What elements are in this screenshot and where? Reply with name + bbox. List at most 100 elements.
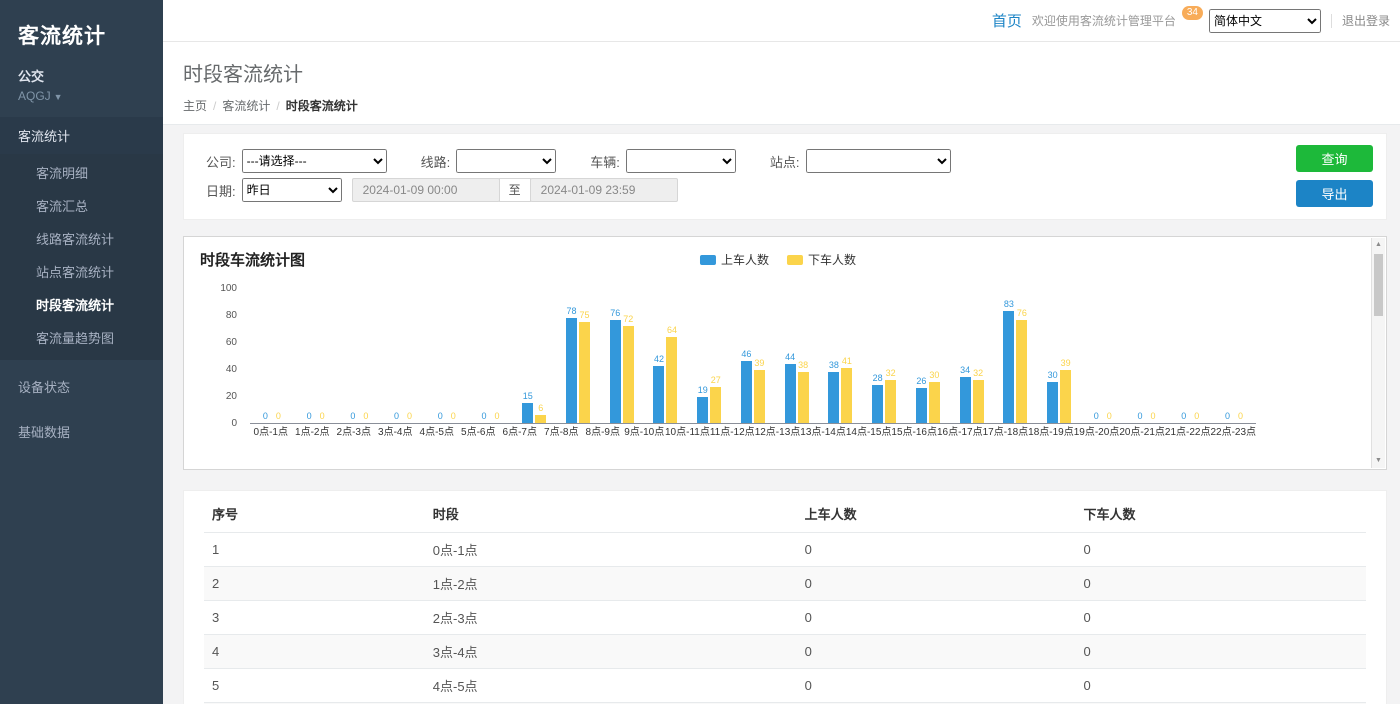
table-cell: 0 xyxy=(1075,533,1366,567)
sidebar-item-label: 客流统计 xyxy=(18,129,70,144)
bar-value-label: 0 xyxy=(307,412,312,421)
company-select[interactable]: ---请选择--- xyxy=(242,149,387,173)
breadcrumb-home[interactable]: 主页 xyxy=(183,99,207,113)
table-header-cell: 上车人数 xyxy=(797,495,1076,533)
bar xyxy=(1003,311,1014,423)
scrollbar-thumb[interactable] xyxy=(1374,254,1383,316)
sidebar-subitem-trend-chart[interactable]: 客流量趋势图 xyxy=(0,321,163,354)
query-button[interactable]: 查询 xyxy=(1296,145,1373,172)
bar-value-label: 27 xyxy=(711,376,721,385)
bar-group: 00 xyxy=(1168,289,1212,423)
vehicle-select[interactable] xyxy=(626,149,736,173)
bar-value-label: 0 xyxy=(1094,412,1099,421)
table-cell: 2点-3点 xyxy=(425,601,797,635)
bar xyxy=(916,388,927,423)
bar-group: 1927 xyxy=(687,289,731,423)
bar xyxy=(710,387,721,423)
bar-group: 4264 xyxy=(644,289,688,423)
date-preset-select[interactable]: 昨日 xyxy=(242,178,342,202)
scroll-up-icon[interactable]: ▲ xyxy=(1372,238,1385,252)
sidebar-item-device-status[interactable]: 设备状态 xyxy=(0,368,163,405)
station-select[interactable] xyxy=(806,149,951,173)
line-select[interactable] xyxy=(456,149,556,173)
bar-group: 8376 xyxy=(993,289,1037,423)
y-axis-label: 100 xyxy=(220,283,237,294)
user-menu[interactable]: AQGJ▼ xyxy=(18,89,145,103)
bar-value-label: 38 xyxy=(798,361,808,370)
x-axis-label: 18点-19点 xyxy=(1028,424,1074,441)
chart-scrollbar[interactable]: ▲ ▼ xyxy=(1371,238,1385,468)
x-axis-label: 19点-20点 xyxy=(1074,424,1120,441)
date-to-input[interactable] xyxy=(530,178,678,202)
company-label: 公司: xyxy=(206,152,236,171)
y-axis-label: 60 xyxy=(226,337,237,348)
notification-badge[interactable]: 34 xyxy=(1182,6,1203,20)
x-axis-label: 6点-7点 xyxy=(499,424,541,441)
sidebar-subitem-passenger-summary[interactable]: 客流汇总 xyxy=(0,189,163,222)
bar-value-label: 0 xyxy=(276,412,281,421)
breadcrumb-current: 时段客流统计 xyxy=(286,99,358,113)
page-title: 时段客流统计 xyxy=(183,58,1400,87)
export-button[interactable]: 导出 xyxy=(1296,180,1373,207)
bar-group: 00 xyxy=(1081,289,1125,423)
table-cell: 0 xyxy=(1075,669,1366,703)
bar-value-label: 72 xyxy=(623,315,633,324)
bar-value-label: 39 xyxy=(754,359,764,368)
sidebar-item-passenger-stats[interactable]: 客流统计 xyxy=(0,117,163,154)
bar xyxy=(798,372,809,423)
bar-value-label: 39 xyxy=(1061,359,1071,368)
table-cell: 0 xyxy=(1075,567,1366,601)
home-link[interactable]: 首页 xyxy=(992,10,1022,31)
y-axis-label: 0 xyxy=(231,418,237,429)
line-label: 线路: xyxy=(421,152,451,171)
breadcrumb-passenger-stats[interactable]: 客流统计 xyxy=(222,99,270,113)
logout-link[interactable]: 退出登录 xyxy=(1342,12,1390,29)
bar xyxy=(929,382,940,423)
bar-value-label: 0 xyxy=(451,412,456,421)
breadcrumb-separator: / xyxy=(213,99,216,113)
user-name: AQGJ xyxy=(18,89,51,103)
table-row: 43点-4点00 xyxy=(204,635,1366,669)
scroll-down-icon[interactable]: ▼ xyxy=(1372,454,1385,468)
bar-value-label: 0 xyxy=(363,412,368,421)
x-axis-label: 22点-23点 xyxy=(1210,424,1256,441)
data-table-panel: 序号时段上车人数下车人数 10点-1点0021点-2点0032点-3点0043点… xyxy=(183,490,1387,704)
bar xyxy=(754,370,765,423)
sidebar-subitem-time-period-stats[interactable]: 时段客流统计 xyxy=(0,288,163,321)
sidebar-subitem-line-stats[interactable]: 线路客流统计 xyxy=(0,222,163,255)
bar-value-label: 83 xyxy=(1004,300,1014,309)
legend-item-alighting[interactable]: 下车人数 xyxy=(787,251,856,268)
bar-group: 00 xyxy=(381,289,425,423)
bar-value-label: 46 xyxy=(741,350,751,359)
bar-group: 7672 xyxy=(600,289,644,423)
x-axis-label: 7点-8点 xyxy=(541,424,583,441)
sidebar: 客流统计 公交 AQGJ▼ 客流统计 客流明细 客流汇总 线路客流统计 站点客流… xyxy=(0,0,163,704)
bar-group: 00 xyxy=(1125,289,1169,423)
filter-panel: 公司: ---请选择--- 线路: 车辆: 站点: 日期: 昨日 xyxy=(183,133,1387,220)
x-axis-label: 15点-16点 xyxy=(891,424,937,441)
bar-value-label: 76 xyxy=(610,309,620,318)
sidebar-item-base-data[interactable]: 基础数据 xyxy=(0,413,163,450)
profile-block: 公交 AQGJ▼ xyxy=(0,50,163,117)
bar-group: 3841 xyxy=(819,289,863,423)
bar xyxy=(741,361,752,423)
table-cell: 2 xyxy=(204,567,425,601)
sidebar-subitem-station-stats[interactable]: 站点客流统计 xyxy=(0,255,163,288)
language-select[interactable]: 简体中文 xyxy=(1209,9,1321,33)
bar-value-label: 0 xyxy=(407,412,412,421)
x-axis-label: 17点-18点 xyxy=(983,424,1029,441)
bar-group: 00 xyxy=(294,289,338,423)
table-cell: 3 xyxy=(204,601,425,635)
legend-item-boarding[interactable]: 上车人数 xyxy=(700,251,769,268)
bar-value-label: 42 xyxy=(654,355,664,364)
x-axis-label: 20点-21点 xyxy=(1119,424,1165,441)
table-header-cell: 下车人数 xyxy=(1075,495,1366,533)
date-from-input[interactable] xyxy=(352,178,500,202)
sidebar-subitem-passenger-detail[interactable]: 客流明细 xyxy=(0,156,163,189)
bar-value-label: 0 xyxy=(1181,412,1186,421)
bar-value-label: 0 xyxy=(320,412,325,421)
bar-group: 2630 xyxy=(906,289,950,423)
breadcrumb: 主页/客流统计/时段客流统计 xyxy=(183,97,1400,114)
bar-value-label: 0 xyxy=(350,412,355,421)
bar-group: 156 xyxy=(512,289,556,423)
